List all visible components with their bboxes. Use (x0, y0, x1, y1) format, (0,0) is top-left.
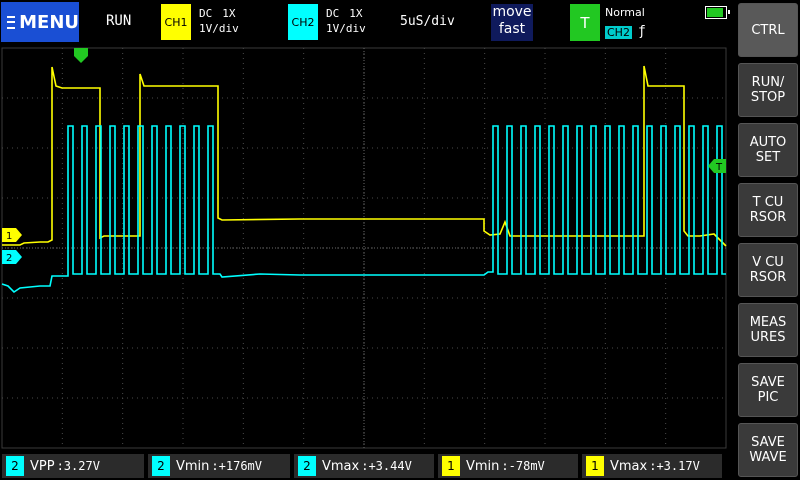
measurement-name: Vmax (322, 458, 360, 474)
ch1-probe: 1X (222, 7, 236, 20)
menu-button[interactable]: MENU (1, 2, 79, 42)
menu-label: MENU (19, 11, 79, 33)
save-wave-button[interactable]: SAVE WAVE (738, 423, 798, 477)
measurement-cell[interactable]: 2 Vmax:+3.44V (294, 454, 434, 478)
measurement-value: :3.27V (56, 459, 100, 473)
ch2-coupling: DC (326, 7, 340, 20)
waveform-canvas: 1 2 T (0, 46, 730, 451)
ch2-settings[interactable]: DC 1X 1V/div (326, 6, 366, 36)
status-bar: MENU RUN CH1 DC 1X 1V/div CH2 DC 1X 1V/d… (0, 0, 735, 46)
measurement-cell[interactable]: 1 Vmax:+3.17V (582, 454, 722, 478)
measurement-value: :+3.44V (361, 459, 412, 473)
trigger-mode[interactable]: Normal (605, 6, 645, 19)
measurement-name: VPP (30, 458, 55, 474)
battery-icon (705, 6, 730, 19)
t-cursor-button[interactable]: T CU RSOR (738, 183, 798, 237)
ch1-scale: 1V/div (199, 22, 239, 35)
move-speed-button[interactable]: move fast (491, 4, 533, 41)
ch1-coupling: DC (199, 7, 213, 20)
measurement-value: :-78mV (501, 459, 545, 473)
hamburger-icon (7, 15, 16, 29)
measurement-value: :+3.17V (649, 459, 700, 473)
waveform-display[interactable]: 1 2 T (0, 46, 730, 451)
rising-edge-icon: ƒ (638, 24, 646, 39)
measurement-value: :+176mV (211, 459, 262, 473)
ch1-badge[interactable]: CH1 (161, 4, 191, 40)
measurement-cell[interactable]: 2 VPP:3.27V (2, 454, 144, 478)
measurement-channel-badge: 1 (442, 456, 460, 476)
move-line1: move (492, 4, 532, 20)
run-stop-button[interactable]: RUN/ STOP (738, 63, 798, 117)
ch1-settings[interactable]: DC 1X 1V/div (199, 6, 239, 36)
ch2-scale: 1V/div (326, 22, 366, 35)
ch2-probe: 1X (349, 7, 363, 20)
run-state[interactable]: RUN (106, 13, 131, 29)
auto-set-button[interactable]: AUTO SET (738, 123, 798, 177)
measures-button[interactable]: MEAS URES (738, 303, 798, 357)
move-line2: fast (498, 21, 526, 37)
v-cursor-button[interactable]: V CU RSOR (738, 243, 798, 297)
measurement-channel-badge: 1 (586, 456, 604, 476)
ch2-marker-label: 2 (6, 253, 12, 264)
measurement-name: Vmin (466, 458, 500, 474)
trigger-badge[interactable]: T (570, 4, 600, 41)
side-button-panel: CTRL RUN/ STOP AUTO SET T CU RSOR V CU RSOR M… (738, 0, 800, 480)
measurement-cell[interactable]: 2 Vmin:+176mV (148, 454, 290, 478)
ch1-marker-label: 1 (6, 231, 12, 242)
timebase[interactable]: 5uS/div (400, 14, 455, 29)
measurement-channel-badge: 2 (6, 456, 24, 476)
measurement-cell[interactable]: 1 Vmin:-78mV (438, 454, 578, 478)
measurement-channel-badge: 2 (298, 456, 316, 476)
measurement-channel-badge: 2 (152, 456, 170, 476)
ctrl-button[interactable]: CTRL (738, 3, 798, 57)
trigger-source[interactable]: CH2 (605, 26, 632, 39)
trigger-marker-label: T (715, 162, 723, 173)
ch2-badge[interactable]: CH2 (288, 4, 318, 40)
save-pic-button[interactable]: SAVE PIC (738, 363, 798, 417)
measurement-name: Vmin (176, 458, 210, 474)
measurement-bar: 2 VPP:3.27V 2 Vmin:+176mV 2 Vmax:+3.44V 1 Vmin:… (0, 453, 735, 480)
measurement-name: Vmax (610, 458, 648, 474)
